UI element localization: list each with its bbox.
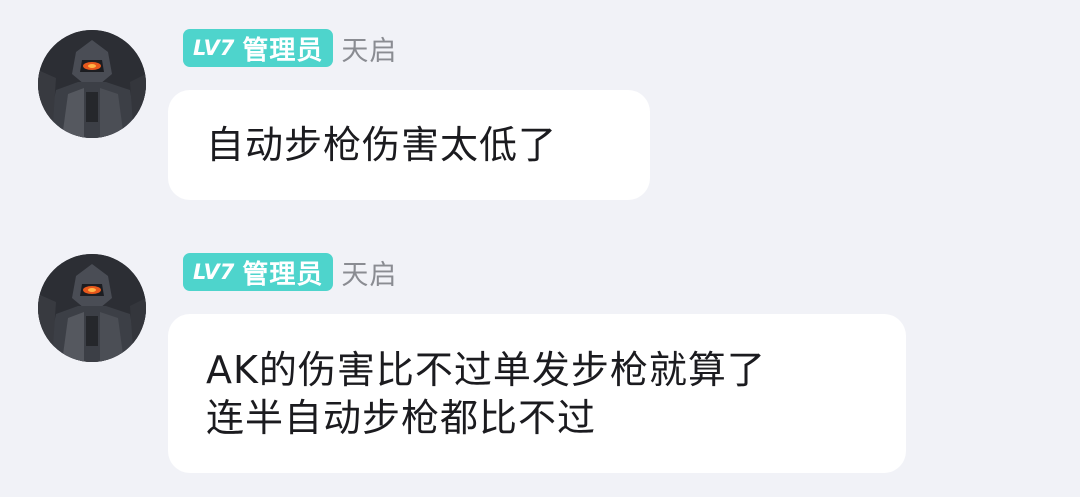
- avatar[interactable]: [38, 30, 146, 138]
- message-bubble[interactable]: AK的伤害比不过单发步枪就算了 连半自动步枪都比不过: [168, 314, 906, 473]
- avatar[interactable]: [38, 254, 146, 362]
- role-text: 管理员: [242, 259, 324, 290]
- message-header: LV7 管理员 天启: [183, 29, 397, 67]
- robot-avatar-icon: [38, 30, 146, 138]
- message-bubble[interactable]: 自动步枪伤害太低了: [168, 90, 650, 200]
- level-text: LV7: [193, 36, 235, 60]
- robot-avatar-icon: [38, 254, 146, 362]
- level-text: LV7: [193, 260, 235, 284]
- message-header: LV7 管理员 天启: [183, 253, 397, 291]
- level-badge: LV7 管理员: [183, 29, 334, 67]
- message-text-line: AK的伤害比不过单发步枪就算了: [206, 348, 766, 392]
- role-text: 管理员: [242, 35, 324, 66]
- username[interactable]: 天启: [341, 29, 397, 68]
- message-text-line: 连半自动步枪都比不过: [206, 396, 597, 440]
- level-badge: LV7 管理员: [183, 253, 334, 291]
- message-text: 自动步枪伤害太低了: [206, 123, 558, 167]
- username[interactable]: 天启: [341, 253, 397, 292]
